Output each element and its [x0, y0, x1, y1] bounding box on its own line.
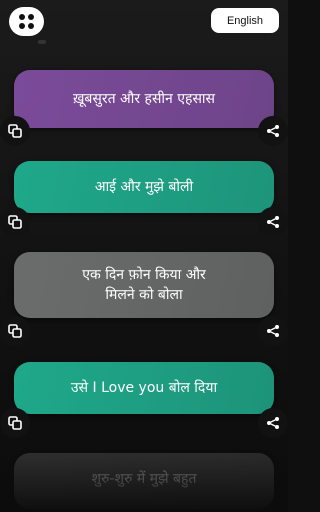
copy-icon — [8, 416, 22, 430]
scroll-indicator — [38, 40, 46, 44]
shayari-card: शुरु-शुरु में मुझे बहुत — [14, 453, 274, 509]
copy-icon — [8, 124, 22, 138]
shayari-card-body[interactable]: ख़ूबसुरत और हसीन एहसास — [0, 70, 288, 146]
shayari-text: एक दिन फ़ोन किया और मिलने को बोला — [82, 267, 206, 303]
shayari-card: एक दिन फ़ोन किया और मिलने को बोला — [0, 252, 288, 346]
top-bar: English — [0, 0, 288, 44]
copy-button[interactable] — [0, 207, 30, 237]
copy-icon — [8, 324, 22, 338]
share-icon — [267, 125, 279, 137]
shayari-card-body[interactable]: शुरु-शुरु में मुझे बहुत — [14, 453, 274, 509]
shayari-card: आई और मुझे बोली — [0, 161, 288, 237]
copy-icon — [8, 215, 22, 229]
shayari-text: ख़ूबसुरत और हसीन एहसास — [72, 91, 216, 107]
copy-button[interactable] — [0, 116, 30, 146]
share-button[interactable] — [258, 207, 288, 237]
menu-button[interactable] — [9, 7, 44, 36]
app-screen: English ख़ूबसुरत और हसीन एहसास आई और मुझ… — [0, 0, 288, 512]
shayari-card-body[interactable]: आई और मुझे बोली — [0, 161, 288, 237]
share-button[interactable] — [258, 408, 288, 438]
shayari-card: उसे I Love you बोल दिया — [0, 362, 288, 438]
share-icon — [267, 325, 279, 337]
shayari-card-body[interactable]: एक दिन फ़ोन किया और मिलने को बोला — [0, 252, 288, 346]
share-icon — [267, 216, 279, 228]
share-button[interactable] — [258, 116, 288, 146]
shayari-text: आई और मुझे बोली — [94, 179, 194, 195]
shayari-text: शुरु-शुरु में मुझे बहुत — [91, 471, 197, 487]
shayari-card-body[interactable]: उसे I Love you बोल दिया — [0, 362, 288, 438]
copy-button[interactable] — [0, 408, 30, 438]
grid-menu-icon — [19, 14, 34, 29]
language-label: English — [226, 14, 264, 27]
copy-button[interactable] — [0, 316, 30, 346]
language-button[interactable]: English — [211, 8, 279, 33]
share-icon — [267, 417, 279, 429]
share-button[interactable] — [258, 316, 288, 346]
shayari-card: ख़ूबसुरत और हसीन एहसास — [0, 70, 288, 146]
shayari-text: उसे I Love you बोल दिया — [70, 380, 218, 396]
